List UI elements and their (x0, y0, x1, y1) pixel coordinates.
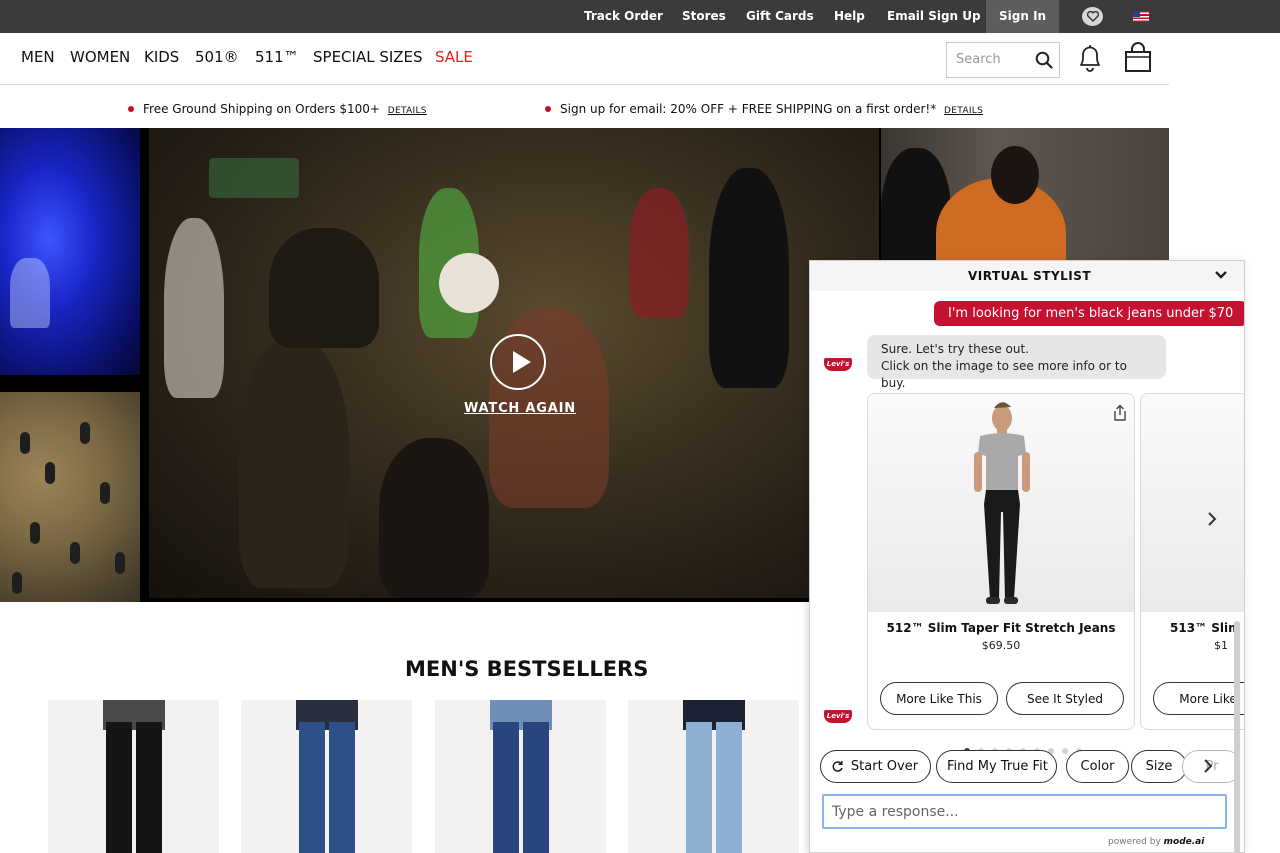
product-tile[interactable] (48, 700, 219, 853)
product-image[interactable] (868, 394, 1134, 612)
promo-shipping-details-link[interactable]: DETAILS (388, 106, 427, 116)
response-input[interactable] (822, 794, 1227, 829)
page: Track Order Stores Gift Cards Help Email… (0, 0, 1280, 853)
user-message: I'm looking for men's black jeans under … (934, 301, 1244, 326)
product-image[interactable] (1141, 394, 1244, 612)
search-box (946, 42, 1060, 78)
color-chip[interactable]: Color (1066, 750, 1129, 783)
nav-sale[interactable]: SALE (435, 48, 473, 66)
modeai-logo: mode.ai (1163, 837, 1205, 847)
promo-shipping: Free Ground Shipping on Orders $100+ DET… (128, 102, 427, 116)
scrollbar[interactable] (1234, 621, 1240, 852)
nav-511[interactable]: 511™ (255, 48, 299, 66)
product-tile[interactable] (241, 700, 412, 853)
watch-again-link[interactable]: WATCH AGAIN (464, 401, 576, 416)
promo-strip: Free Ground Shipping on Orders $100+ DET… (0, 86, 1169, 128)
bestsellers-heading: MEN'S BESTSELLERS (405, 657, 649, 681)
hero-image-aerial-crowd (0, 392, 140, 602)
carousel-dots (964, 739, 1090, 754)
powered-by: powered by mode.ai (1108, 837, 1204, 847)
bot-message: Sure. Let's try these out. Click on the … (867, 335, 1166, 390)
bullet-dot (128, 106, 134, 112)
bell-icon[interactable] (1077, 43, 1103, 73)
sign-in-link[interactable]: Sign In (986, 0, 1060, 33)
play-icon[interactable] (490, 334, 546, 390)
quick-reply-chips: Start Over Find My True Fit Color Size P… (820, 750, 1238, 786)
utility-bar: Track Order Stores Gift Cards Help Email… (0, 0, 1280, 33)
product-card[interactable]: 513™ Slim $1 More Like (1140, 393, 1244, 730)
product-card[interactable]: 512™ Slim Taper Fit Stretch Jeans $69.50… (867, 393, 1135, 730)
help-link[interactable]: Help (834, 0, 865, 33)
promo-email-details-link[interactable]: DETAILS (944, 106, 983, 116)
stores-link[interactable]: Stores (682, 0, 726, 33)
hero-image-blue-crowd (0, 128, 140, 375)
refresh-icon (832, 761, 843, 772)
stylist-title: VIRTUAL STYLIST (968, 269, 1092, 283)
us-flag-icon[interactable] (1133, 11, 1149, 22)
stylist-header[interactable]: VIRTUAL STYLIST (810, 261, 1244, 291)
product-price: $69.50 (981, 639, 1021, 652)
product-tile[interactable] (435, 700, 606, 853)
nav-501[interactable]: 501® (195, 48, 239, 66)
more-like-this-button[interactable]: More Like (1153, 682, 1244, 715)
powered-by-text: powered by (1108, 837, 1161, 847)
levis-logo: Levi's (824, 358, 852, 371)
track-order-link[interactable]: Track Order (584, 0, 663, 33)
bot-message-line: Click on the image to see more info or t… (881, 359, 1127, 390)
product-price: $1 (1214, 639, 1228, 652)
nav-kids[interactable]: KIDS (144, 48, 179, 66)
size-chip[interactable]: Size (1131, 750, 1187, 783)
wishlist-heart-icon[interactable] (1082, 7, 1103, 26)
nav-women[interactable]: WOMEN (70, 48, 130, 66)
see-it-styled-button[interactable]: See It Styled (1006, 682, 1124, 715)
search-input[interactable] (956, 52, 1028, 67)
levis-logo: Levi's (824, 710, 852, 723)
gift-cards-link[interactable]: Gift Cards (746, 0, 814, 33)
nav-special-sizes[interactable]: SPECIAL SIZES (313, 48, 423, 66)
promo-shipping-text: Free Ground Shipping on Orders $100+ (143, 102, 380, 116)
main-nav: MEN WOMEN KIDS 501® 511™ SPECIAL SIZES S… (0, 33, 1169, 85)
product-name: 512™ Slim Taper Fit Stretch Jeans (886, 621, 1116, 635)
nav-men[interactable]: MEN (21, 48, 55, 66)
chevron-down-icon[interactable] (1214, 269, 1228, 281)
share-icon[interactable] (1112, 404, 1128, 422)
promo-email-text: Sign up for email: 20% OFF + FREE SHIPPI… (560, 102, 937, 116)
email-sign-up-link[interactable]: Email Sign Up (887, 0, 981, 33)
chevron-right-icon[interactable] (1202, 758, 1214, 774)
product-tile[interactable] (628, 700, 799, 853)
find-my-true-fit-chip[interactable]: Find My True Fit (936, 750, 1057, 783)
bot-message-line: Sure. Let's try these out. (881, 342, 1029, 356)
shopping-bag-icon[interactable] (1123, 41, 1153, 73)
chevron-right-icon[interactable] (1206, 511, 1218, 527)
more-like-this-button[interactable]: More Like This (880, 682, 998, 715)
search-icon[interactable] (1035, 51, 1053, 69)
bullet-dot (545, 106, 551, 112)
promo-email: Sign up for email: 20% OFF + FREE SHIPPI… (545, 102, 983, 116)
virtual-stylist-panel: VIRTUAL STYLIST I'm looking for men's bl… (809, 260, 1245, 853)
